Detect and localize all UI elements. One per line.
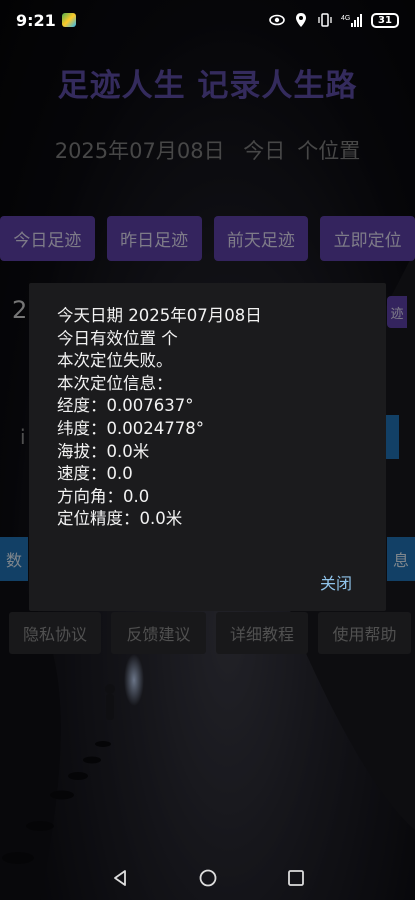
location-info-dialog: 今天日期 2025年07月08日 今日有效位置 个 本次定位失败。 本次定位信息… bbox=[29, 283, 386, 611]
app-notification-icon bbox=[61, 13, 76, 27]
dialog-line: 方向角：0.0 bbox=[57, 486, 150, 506]
system-nav-bar bbox=[0, 856, 415, 900]
dialog-line: 本次定位信息： bbox=[57, 373, 173, 393]
recents-icon[interactable] bbox=[287, 869, 305, 887]
back-icon[interactable] bbox=[111, 869, 129, 887]
svg-text:4G: 4G bbox=[341, 15, 350, 22]
eye-icon bbox=[269, 14, 285, 26]
dialog-line: 速度：0.0 bbox=[57, 464, 133, 484]
dialog-message: 今天日期 2025年07月08日 今日有效位置 个 本次定位失败。 本次定位信息… bbox=[57, 305, 262, 531]
status-bar: 9:21 4G 31 bbox=[0, 0, 415, 40]
dialog-line: 定位精度：0.0米 bbox=[57, 509, 183, 529]
home-icon[interactable] bbox=[199, 869, 217, 887]
dialog-line: 今日有效位置 个 bbox=[57, 328, 178, 348]
signal-icon: 4G bbox=[341, 14, 362, 27]
dialog-line: 今天日期 2025年07月08日 bbox=[57, 306, 262, 325]
battery-icon: 31 bbox=[371, 12, 399, 28]
dialog-line: 本次定位失败。 bbox=[57, 351, 173, 371]
vibrate-icon bbox=[318, 13, 332, 27]
dialog-line: 经度：0.007637° bbox=[57, 396, 194, 416]
location-icon bbox=[296, 13, 306, 27]
status-time: 9:21 bbox=[16, 10, 56, 30]
dialog-line: 纬度：0.0024778° bbox=[57, 418, 204, 438]
close-button[interactable]: 关闭 bbox=[320, 570, 352, 594]
status-icons: 4G 31 bbox=[269, 12, 399, 28]
dialog-line: 海拔：0.0米 bbox=[57, 441, 150, 461]
